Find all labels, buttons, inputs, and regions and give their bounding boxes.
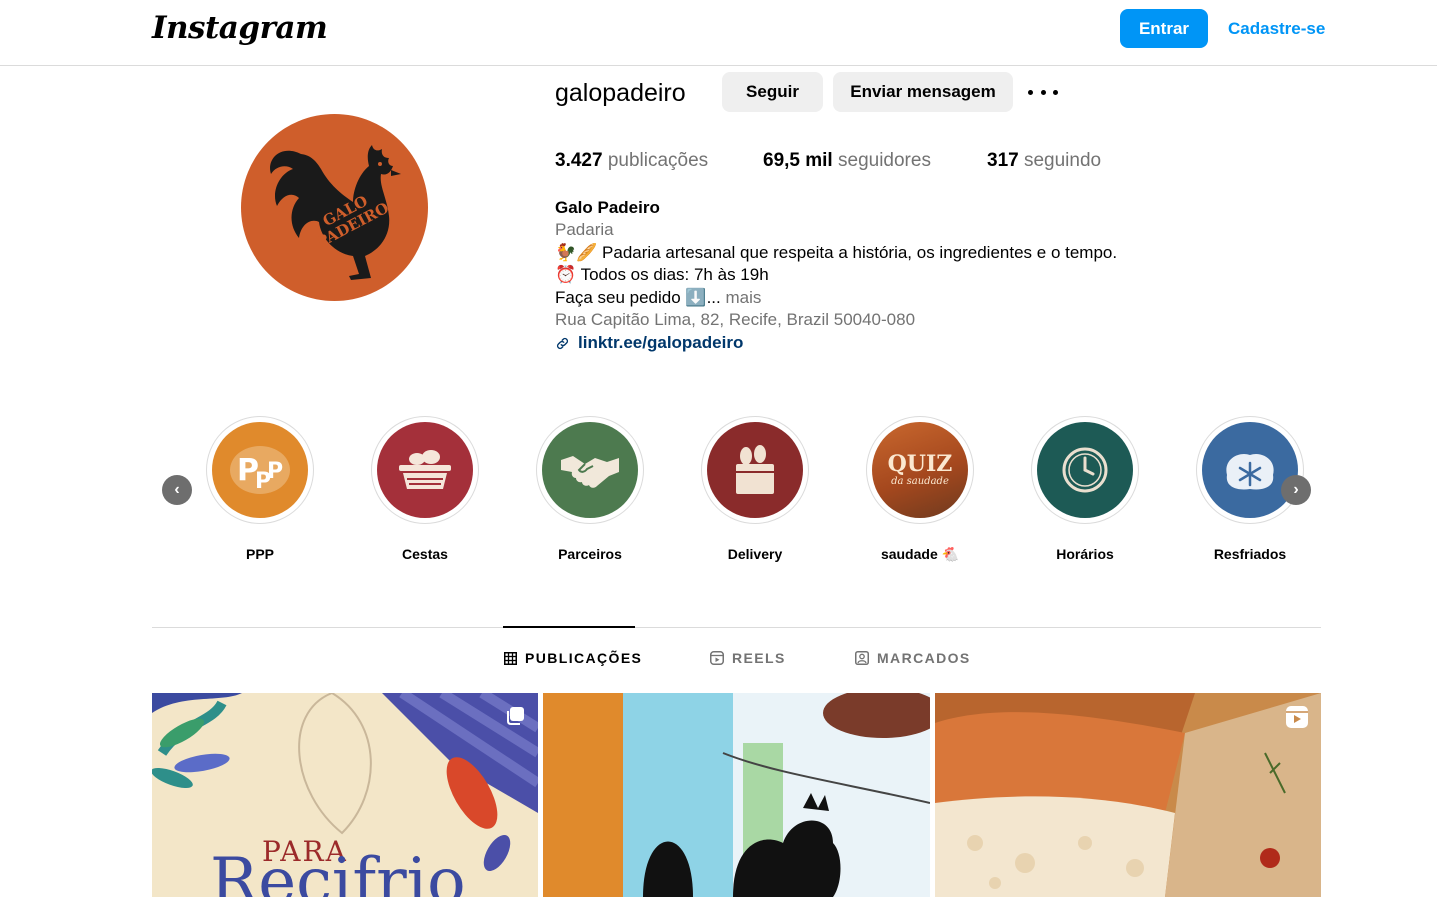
link-icon [557,337,568,349]
quiz-title: QUIZ [887,451,953,477]
highlight-label: saudade 🐔 [880,546,960,562]
stat-posts-count: 3.427 [555,150,603,171]
profile-category: Padaria [555,220,614,239]
post-photo [935,693,1321,897]
stat-followers[interactable]: 69,5 mil seguidores [763,150,931,172]
profile-link-text: linktr.ee/galopadeiro [578,333,744,352]
stat-following-count: 317 [987,150,1019,171]
stat-following[interactable]: 317 seguindo [987,150,1101,172]
more-options-icon[interactable] [1028,79,1058,105]
stat-posts-label: publicações [607,150,709,171]
tab-publicacoes[interactable]: PUBLICAÇÕES [504,650,642,666]
quiz-image: QUIZ da saudade [888,453,953,487]
reels-icon [710,651,724,665]
highlight-label: Delivery [727,546,783,562]
highlights-prev-button[interactable]: ‹ [162,475,192,505]
tagged-icon [855,651,869,665]
ppp-logo-icon: P P P [230,446,290,494]
highlight-label: PPP [245,546,274,562]
bread-basket-icon [399,450,451,489]
tabs-divider [152,627,1321,628]
follow-button[interactable]: Seguir [722,72,823,112]
snowflake-bread-icon [1226,453,1274,490]
tab-reels[interactable]: REELS [710,650,786,666]
highlights-next-button[interactable]: › [1281,475,1311,505]
highlight-label: Horários [1056,546,1114,562]
post-tile[interactable]: PARA Recifrio [152,693,538,897]
highlight-label: Cestas [402,546,448,562]
send-message-button[interactable]: Enviar mensagem [833,72,1013,112]
top-navbar: Instagram Entrar Cadastre-se [0,0,1437,66]
signup-link[interactable]: Cadastre-se [1228,19,1325,39]
highlight-cestas[interactable]: Cestas [370,416,480,562]
tab-label: MARCADOS [877,650,971,666]
bio-line-3: Faça seu pedido ⬇️... mais [555,288,761,308]
reel-icon [1286,706,1308,728]
stat-following-label: seguindo [1023,150,1102,171]
stat-followers-count: 69,5 mil [763,150,833,171]
tab-label: REELS [732,650,786,666]
highlight-label: Resfriados [1213,546,1287,562]
bio-line-2: ⏰ Todos os dias: 7h às 19h [555,265,769,284]
post-tile[interactable] [935,693,1321,897]
grid-icon [504,651,517,665]
clock-icon [1062,447,1108,493]
post-text-main: Recifrio [210,845,466,897]
profile-username: galopadeiro [555,79,686,107]
stat-posts: 3.427 publicações [555,150,708,172]
handshake-icon [561,456,619,488]
profile-avatar[interactable]: GALO PADEIRO [241,114,428,301]
profile-link[interactable]: linktr.ee/galopadeiro [555,333,743,353]
bio-line-1: 🐓🥖 Padaria artesanal que respeita a hist… [555,243,1118,262]
highlight-saudade[interactable]: QUIZ da saudade saudade 🐔 [865,416,975,563]
profile-address[interactable]: Rua Capitão Lima, 82, Recife, Brazil 500… [555,310,915,330]
svg-text:P: P [267,459,283,484]
post-photo [543,693,930,897]
instagram-logo[interactable]: Instagram [152,10,328,46]
highlight-delivery[interactable]: Delivery [700,416,810,562]
highlight-parceiros[interactable]: Parceiros [535,416,645,562]
highlight-ppp[interactable]: P P P PPP [205,416,315,562]
login-button[interactable]: Entrar [1120,9,1208,48]
profile-full-name: Galo Padeiro [555,198,660,217]
highlight-label: Parceiros [558,546,622,562]
bio-more-link[interactable]: mais [726,288,762,307]
stat-followers-label: seguidores [838,150,931,171]
bio-line-3-text: Faça seu pedido ⬇️... [555,288,721,307]
highlight-horarios[interactable]: Horários [1030,416,1140,562]
quiz-subtitle: da saudade [891,476,949,487]
post-tile[interactable] [543,693,930,897]
active-tab-indicator [503,626,635,628]
tab-label: PUBLICAÇÕES [525,650,643,666]
carousel-icon [507,707,524,725]
tab-marcados[interactable]: MARCADOS [855,650,971,666]
delivery-bag-icon [736,445,774,494]
